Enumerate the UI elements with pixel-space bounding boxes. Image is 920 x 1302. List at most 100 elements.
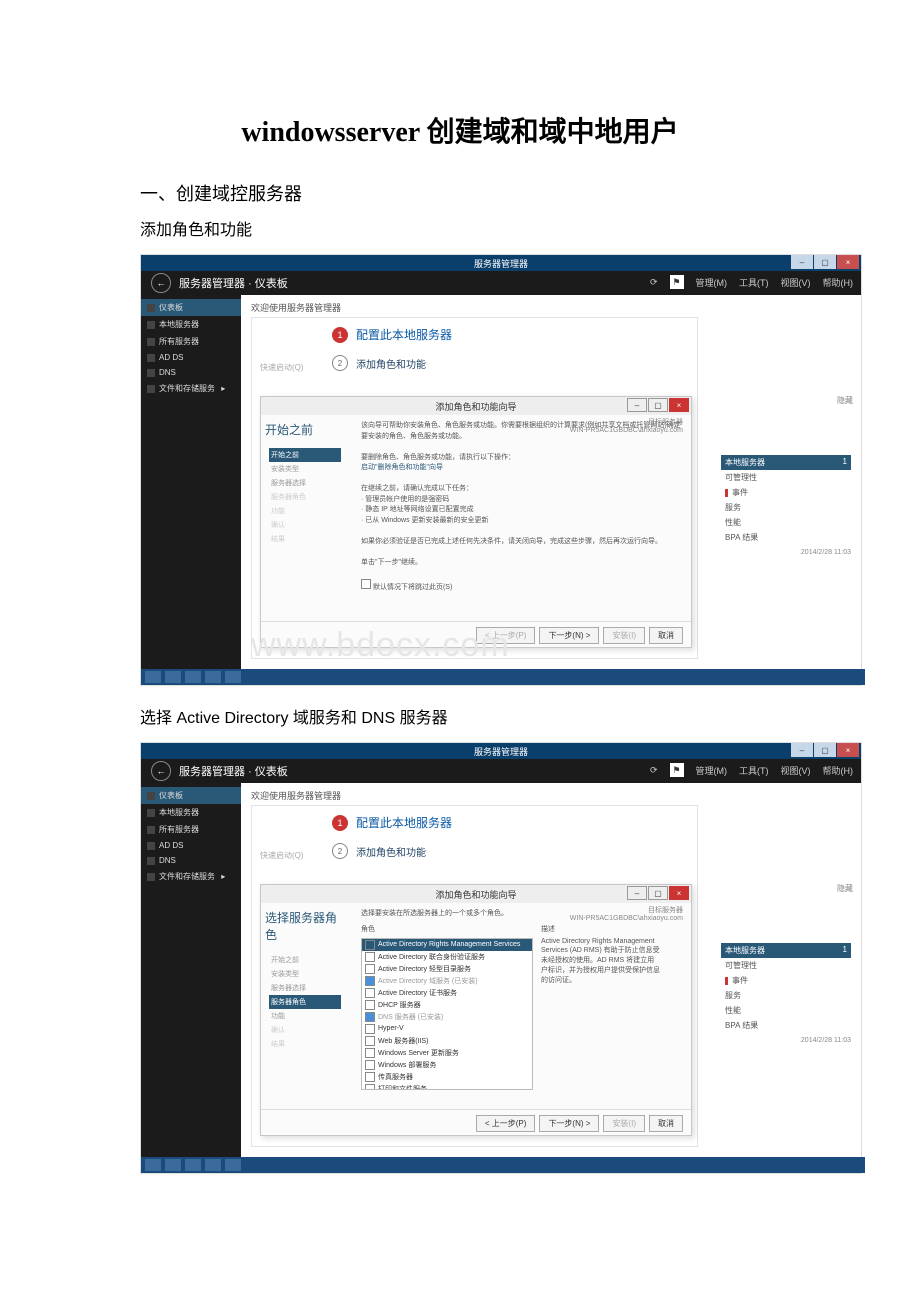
role-adds[interactable]: Active Directory 域服务 (已安装) bbox=[362, 975, 532, 987]
wizard-target: 目标服务器WIN-PR5AC1GBDBC\ahxiaoyu.com bbox=[570, 905, 683, 922]
role-adcs[interactable]: Active Directory 证书服务 bbox=[362, 987, 532, 999]
sidebar-dashboard[interactable]: 仪表板 bbox=[141, 787, 241, 804]
quickstart-tile: 快速启动(Q) 1 配置此本地服务器 2 添加角色和功能 添加角色和功能向导 bbox=[251, 805, 698, 1147]
task-icon[interactable] bbox=[145, 1159, 161, 1171]
wizard-min[interactable]: – bbox=[627, 886, 647, 900]
add-roles-link[interactable]: 添加角色和功能 bbox=[356, 844, 426, 859]
back-button[interactable]: ← bbox=[151, 273, 171, 293]
close-button[interactable]: × bbox=[837, 743, 859, 757]
menu-view[interactable]: 视图(V) bbox=[781, 764, 811, 777]
sm-header: ← 服务器管理器 · 仪表板 ⟳ ⚑ 管理(M) 工具(T) 视图(V) 帮助(… bbox=[141, 759, 861, 783]
role-iis[interactable]: Web 服务器(IIS) bbox=[362, 1035, 532, 1047]
breadcrumb: 服务器管理器 · 仪表板 bbox=[179, 763, 288, 779]
sidebar-adds[interactable]: AD DS bbox=[141, 350, 241, 365]
task-icon[interactable] bbox=[165, 1159, 181, 1171]
menu-help[interactable]: 帮助(H) bbox=[823, 276, 854, 289]
wizard-max[interactable]: ▢ bbox=[648, 398, 668, 412]
screenshot-1: 服务器管理器 – ▢ × ← 服务器管理器 · 仪表板 ⟳ ⚑ 管理(M) 工具… bbox=[140, 254, 862, 686]
menu-help[interactable]: 帮助(H) bbox=[823, 764, 854, 777]
wizard-titlebar: 添加角色和功能向导 – ▢ × bbox=[261, 397, 691, 415]
task-icon[interactable] bbox=[145, 671, 161, 683]
taskbar bbox=[141, 669, 865, 685]
maximize-button[interactable]: ▢ bbox=[814, 743, 836, 757]
task-icon[interactable] bbox=[225, 1159, 241, 1171]
role-hyperv[interactable]: Hyper-V bbox=[362, 1023, 532, 1035]
minimize-button[interactable]: – bbox=[791, 255, 813, 269]
role-adfs[interactable]: Active Directory 联合身份验证服务 bbox=[362, 951, 532, 963]
next-button[interactable]: 下一步(N) > bbox=[539, 1115, 599, 1132]
row-manageability: 可管理性 bbox=[721, 470, 851, 485]
configure-link[interactable]: 配置此本地服务器 bbox=[356, 814, 452, 831]
dns-icon bbox=[147, 369, 155, 377]
task-icon[interactable] bbox=[185, 671, 201, 683]
right-panel: 本地服务器1 可管理性 事件 服务 性能 BPA 结果 2014/2/28 11… bbox=[721, 943, 851, 1044]
sidebar-local[interactable]: 本地服务器 bbox=[141, 804, 241, 821]
configure-link[interactable]: 配置此本地服务器 bbox=[356, 326, 452, 343]
flag-icon[interactable]: ⚑ bbox=[670, 763, 684, 777]
wiz-step-before[interactable]: 开始之前 bbox=[269, 448, 341, 462]
sidebar-all[interactable]: 所有服务器 bbox=[141, 821, 241, 838]
cancel-button[interactable]: 取消 bbox=[649, 1115, 683, 1132]
window-titlebar: 服务器管理器 – ▢ × bbox=[141, 743, 861, 759]
server-icon bbox=[147, 321, 155, 329]
sidebar-dashboard[interactable]: 仪表板 bbox=[141, 299, 241, 316]
sidebar-all[interactable]: 所有服务器 bbox=[141, 333, 241, 350]
sm-header: ← 服务器管理器 · 仪表板 ⟳ ⚑ 管理(M) 工具(T) 视图(V) 帮助(… bbox=[141, 271, 861, 295]
task-icon[interactable] bbox=[225, 671, 241, 683]
role-dns[interactable]: DNS 服务器 (已安装) bbox=[362, 1011, 532, 1023]
role-wds[interactable]: Windows 部署服务 bbox=[362, 1059, 532, 1071]
role-wsus[interactable]: Windows Server 更新服务 bbox=[362, 1047, 532, 1059]
wiz-step-type[interactable]: 安装类型 bbox=[269, 462, 341, 476]
breadcrumb: 服务器管理器 · 仪表板 bbox=[179, 275, 288, 291]
role-list[interactable]: Active Directory Rights Management Servi… bbox=[361, 938, 533, 1090]
task-icon[interactable] bbox=[205, 1159, 221, 1171]
wiz-step-select[interactable]: 服务器选择 bbox=[269, 476, 341, 490]
step-2-badge: 2 bbox=[332, 843, 348, 859]
sidebar-dns[interactable]: DNS bbox=[141, 853, 241, 868]
sidebar-dns[interactable]: DNS bbox=[141, 365, 241, 380]
cancel-button[interactable]: 取消 bbox=[649, 627, 683, 644]
menu-tools[interactable]: 工具(T) bbox=[739, 276, 769, 289]
menu-manage[interactable]: 管理(M) bbox=[696, 764, 728, 777]
back-button[interactable]: ← bbox=[151, 761, 171, 781]
sidebar-local[interactable]: 本地服务器 bbox=[141, 316, 241, 333]
role-print[interactable]: 打印和文件服务 bbox=[362, 1083, 532, 1090]
sidebar-adds[interactable]: AD DS bbox=[141, 838, 241, 853]
refresh-icon[interactable]: ⟳ bbox=[650, 277, 658, 288]
minimize-button[interactable]: – bbox=[791, 743, 813, 757]
prev-button[interactable]: < 上一步(P) bbox=[476, 1115, 536, 1132]
sidebar-file[interactable]: 文件和存储服务 ▸ bbox=[141, 380, 241, 397]
role-fax[interactable]: 传真服务器 bbox=[362, 1071, 532, 1083]
servers-icon bbox=[147, 338, 155, 346]
hide-link[interactable]: 隐藏 bbox=[837, 395, 853, 406]
maximize-button[interactable]: ▢ bbox=[814, 255, 836, 269]
role-adlds[interactable]: Active Directory 轻型目录服务 bbox=[362, 963, 532, 975]
hide-link[interactable]: 隐藏 bbox=[837, 883, 853, 894]
wiz-step-select[interactable]: 服务器选择 bbox=[269, 981, 341, 995]
flag-icon[interactable]: ⚑ bbox=[670, 275, 684, 289]
wiz-step-result: 结果 bbox=[269, 1037, 341, 1051]
task-icon[interactable] bbox=[185, 1159, 201, 1171]
skip-checkbox[interactable] bbox=[361, 579, 371, 589]
wizard-max[interactable]: ▢ bbox=[648, 886, 668, 900]
menu-manage[interactable]: 管理(M) bbox=[696, 276, 728, 289]
role-adrms[interactable]: Active Directory Rights Management Servi… bbox=[362, 939, 532, 951]
wiz-step-features[interactable]: 功能 bbox=[269, 1009, 341, 1023]
wizard-close[interactable]: × bbox=[669, 886, 689, 900]
wiz-step-roles[interactable]: 服务器角色 bbox=[269, 995, 341, 1009]
task-icon[interactable] bbox=[205, 671, 221, 683]
wizard-min[interactable]: – bbox=[627, 398, 647, 412]
quickstart-label: 快速启动(Q) bbox=[260, 362, 304, 373]
add-roles-link[interactable]: 添加角色和功能 bbox=[356, 356, 426, 371]
task-icon[interactable] bbox=[165, 671, 181, 683]
wiz-step-before[interactable]: 开始之前 bbox=[269, 953, 341, 967]
close-button[interactable]: × bbox=[837, 255, 859, 269]
wizard-close[interactable]: × bbox=[669, 398, 689, 412]
refresh-icon[interactable]: ⟳ bbox=[650, 765, 658, 776]
sidebar-file[interactable]: 文件和存储服务 ▸ bbox=[141, 868, 241, 885]
wiz-step-type[interactable]: 安装类型 bbox=[269, 967, 341, 981]
menu-tools[interactable]: 工具(T) bbox=[739, 764, 769, 777]
menu-view[interactable]: 视图(V) bbox=[781, 276, 811, 289]
role-dhcp[interactable]: DHCP 服务器 bbox=[362, 999, 532, 1011]
next-button[interactable]: 下一步(N) > bbox=[539, 627, 599, 644]
